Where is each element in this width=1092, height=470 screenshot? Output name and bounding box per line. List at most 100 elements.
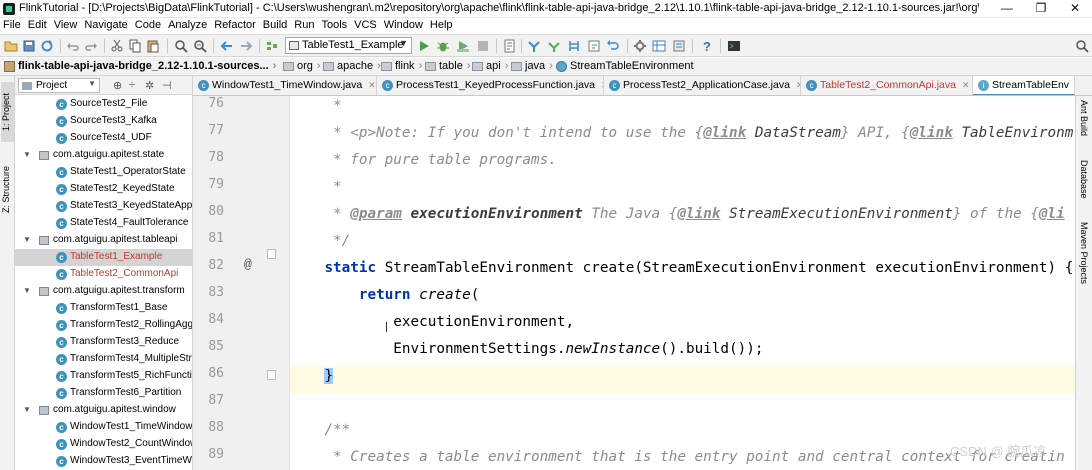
- tree-class-row[interactable]: c WindowTest2_CountWindow: [15, 436, 192, 453]
- close-tab-icon[interactable]: ✕: [962, 80, 970, 90]
- tree-class-row[interactable]: c TransformTest6_Partition: [15, 385, 192, 402]
- tree-class-row[interactable]: c StateTest4_FaultTolerance: [15, 215, 192, 232]
- menu-edit[interactable]: Edit: [25, 18, 51, 31]
- maven-projects-tool-tab[interactable]: Maven Projects: [1079, 222, 1089, 284]
- find-icon[interactable]: [174, 39, 188, 53]
- breadcrumb-class[interactable]: StreamTableEnvironment: [556, 60, 694, 72]
- tab-processtest1[interactable]: cProcessTest1_KeyedProcessFunction.java✕: [377, 76, 604, 95]
- save-all-icon[interactable]: [22, 39, 36, 53]
- terminal-icon[interactable]: [727, 39, 741, 53]
- menu-run[interactable]: Run: [291, 18, 318, 31]
- menu-refactor[interactable]: Refactor: [211, 18, 260, 31]
- expand-arrow-icon[interactable]: ▼: [23, 283, 31, 299]
- restore-button[interactable]: ❐: [1024, 0, 1058, 18]
- tree-class-row[interactable]: c WindowTest3_EventTimeWi: [15, 453, 192, 470]
- search-everywhere-icon[interactable]: [1075, 39, 1089, 53]
- hide-panel-icon[interactable]: ⊣: [162, 79, 172, 92]
- forward-icon[interactable]: [239, 39, 253, 53]
- tree-package-row[interactable]: ▼ com.atguigu.apitest.transform: [15, 283, 192, 300]
- ant-build-tool-tab[interactable]: Ant Build: [1079, 100, 1089, 136]
- project-tool-tab[interactable]: 1: Project: [1, 82, 14, 142]
- tree-class-row[interactable]: c StateTest1_OperatorState: [15, 164, 192, 181]
- fold-toggle-icon[interactable]: [267, 370, 276, 380]
- run-icon[interactable]: [417, 39, 431, 53]
- paste-icon[interactable]: [146, 39, 160, 53]
- tree-class-row[interactable]: c TransformTest5_RichFunctic: [15, 368, 192, 385]
- project-view-selector[interactable]: Project ▼: [18, 78, 100, 93]
- sdk-icon[interactable]: [672, 39, 686, 53]
- code-editor[interactable]: * * <p>Note: If you don't intend to use …: [290, 96, 1075, 470]
- help-icon[interactable]: ?: [700, 39, 714, 53]
- menu-file[interactable]: File: [0, 18, 25, 31]
- database-tool-tab[interactable]: Database: [1079, 160, 1089, 199]
- expand-arrow-icon[interactable]: ▼: [23, 147, 31, 163]
- menu-build[interactable]: Build: [260, 18, 291, 31]
- tab-tabletest2[interactable]: c TableTest2_CommonApi.java ✕: [801, 76, 973, 95]
- project-structure-icon[interactable]: [503, 39, 517, 53]
- menu-vcs[interactable]: VCS: [351, 18, 381, 31]
- vcs-history-icon[interactable]: [587, 39, 601, 53]
- tree-class-row[interactable]: c TableTest1_Example: [15, 249, 192, 266]
- back-icon[interactable]: [220, 39, 234, 53]
- locate-icon[interactable]: ⊕: [113, 79, 122, 92]
- tree-class-row[interactable]: c TableTest2_CommonApi: [15, 266, 192, 283]
- breadcrumb-table[interactable]: table ›: [425, 60, 471, 72]
- vcs-update-icon[interactable]: [527, 39, 541, 53]
- stop-icon[interactable]: [476, 39, 490, 53]
- tree-class-row[interactable]: c WindowTest1_TimeWindow: [15, 419, 192, 436]
- breadcrumb-flink[interactable]: flink ›: [381, 60, 422, 72]
- gear-icon[interactable]: ✲: [145, 79, 154, 92]
- menu-code[interactable]: Code: [132, 18, 165, 31]
- tree-class-row[interactable]: c TransformTest3_Reduce: [15, 334, 192, 351]
- menu-window[interactable]: Window: [381, 18, 427, 31]
- build-module-icon[interactable]: [265, 39, 279, 53]
- menu-help[interactable]: Help: [427, 18, 457, 31]
- tree-package-row[interactable]: ▼ com.atguigu.apitest.window: [15, 402, 192, 419]
- breadcrumb-java[interactable]: java ›: [511, 60, 553, 72]
- tree-class-row[interactable]: c StateTest2_KeyedState: [15, 181, 192, 198]
- expand-arrow-icon[interactable]: ▼: [23, 232, 31, 248]
- collapse-all-icon[interactable]: ÷: [129, 79, 135, 91]
- breadcrumb-root-jar[interactable]: flink-table-api-java-bridge_2.12-1.10.1-…: [4, 60, 276, 72]
- breadcrumb-org[interactable]: org ›: [283, 60, 321, 72]
- close-tab-icon[interactable]: ✕: [368, 80, 376, 90]
- open-folder-icon[interactable]: [4, 39, 18, 53]
- vcs-compare-icon[interactable]: [567, 39, 581, 53]
- tree-class-row[interactable]: c SourceTest3_Kafka: [15, 113, 192, 130]
- breadcrumb-apache[interactable]: apache ›: [323, 60, 381, 72]
- debug-icon[interactable]: [436, 39, 450, 53]
- copy-icon[interactable]: [128, 39, 142, 53]
- expand-arrow-icon[interactable]: ▼: [23, 402, 31, 418]
- tree-package-row[interactable]: ▼ com.atguigu.apitest.state: [15, 147, 192, 164]
- tree-class-row[interactable]: c TransformTest1_Base: [15, 300, 192, 317]
- undo-icon[interactable]: [66, 39, 80, 53]
- tree-class-row[interactable]: c StateTest3_KeyedStateAppli: [15, 198, 192, 215]
- tab-processtest2[interactable]: cProcessTest2_ApplicationCase.java✕: [604, 76, 801, 95]
- tree-class-row[interactable]: c SourceTest2_File: [15, 96, 192, 113]
- menu-view[interactable]: View: [51, 18, 82, 31]
- minimize-button[interactable]: —: [990, 0, 1024, 18]
- sync-icon[interactable]: [40, 39, 54, 53]
- project-structure-grid-icon[interactable]: [652, 39, 666, 53]
- tree-class-row[interactable]: c TransformTest2_RollingAgg: [15, 317, 192, 334]
- menu-analyze[interactable]: Analyze: [165, 18, 211, 31]
- tree-package-row[interactable]: ▼ com.atguigu.apitest.tableapi: [15, 232, 192, 249]
- vcs-revert-icon[interactable]: [606, 39, 620, 53]
- vcs-commit-icon[interactable]: [547, 39, 561, 53]
- tab-streamtableenvironment[interactable]: i StreamTableEnv: [973, 76, 1075, 95]
- run-configuration-selector[interactable]: TableTest1_Example ▼: [285, 37, 412, 54]
- tab-windowtest1[interactable]: c WindowTest1_TimeWindow.java ✕: [193, 76, 377, 95]
- breadcrumb-api[interactable]: api ›: [472, 60, 508, 72]
- run-with-coverage-icon[interactable]: [456, 39, 470, 53]
- fold-toggle-icon[interactable]: [267, 249, 276, 259]
- settings-icon[interactable]: [633, 39, 647, 53]
- menu-tools[interactable]: Tools: [318, 18, 351, 31]
- menu-navigate[interactable]: Navigate: [81, 18, 131, 31]
- annotation-gutter-icon[interactable]: @: [244, 257, 252, 272]
- structure-tool-tab[interactable]: Z: Structure: [1, 156, 14, 222]
- redo-icon[interactable]: [84, 39, 98, 53]
- close-button[interactable]: ✕: [1058, 0, 1092, 18]
- tree-class-row[interactable]: c TransformTest4_MultipleStre: [15, 351, 192, 368]
- replace-icon[interactable]: [193, 39, 207, 53]
- cut-icon[interactable]: [110, 39, 124, 53]
